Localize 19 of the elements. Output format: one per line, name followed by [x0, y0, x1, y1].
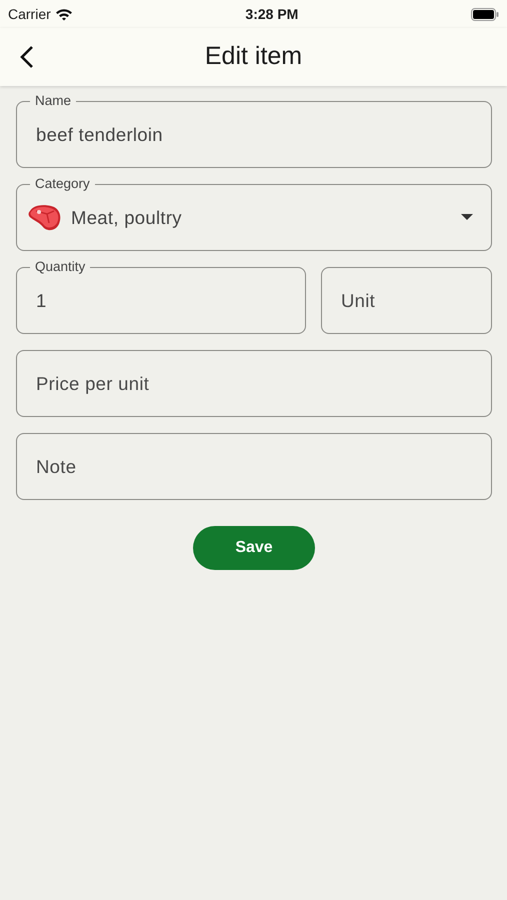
carrier-name: Carrier [8, 4, 51, 24]
field-input[interactable]: 1 [36, 286, 287, 314]
input-field[interactable]: Note [16, 433, 492, 500]
battery-icon [470, 8, 499, 20]
dropdown-caret-icon [461, 214, 473, 221]
save-button[interactable]: Save [193, 526, 315, 570]
page-title: Edit item [204, 41, 302, 72]
field-input[interactable]: beef tenderloin [36, 120, 473, 148]
steak-icon [27, 202, 63, 232]
field-label: Quantity [30, 259, 90, 275]
clock-time: 3:28 PM [245, 4, 298, 24]
dropdown-value[interactable]: Meat, poultry [71, 204, 461, 232]
input-field[interactable]: Unit [321, 267, 492, 334]
field-input[interactable]: Unit [341, 286, 473, 314]
field-input[interactable]: Price per unit [36, 370, 473, 398]
input-field[interactable]: Price per unit [16, 350, 492, 417]
field-label: Category [30, 176, 95, 192]
wifi-icon [54, 8, 73, 20]
field-input[interactable]: Note [36, 452, 473, 480]
